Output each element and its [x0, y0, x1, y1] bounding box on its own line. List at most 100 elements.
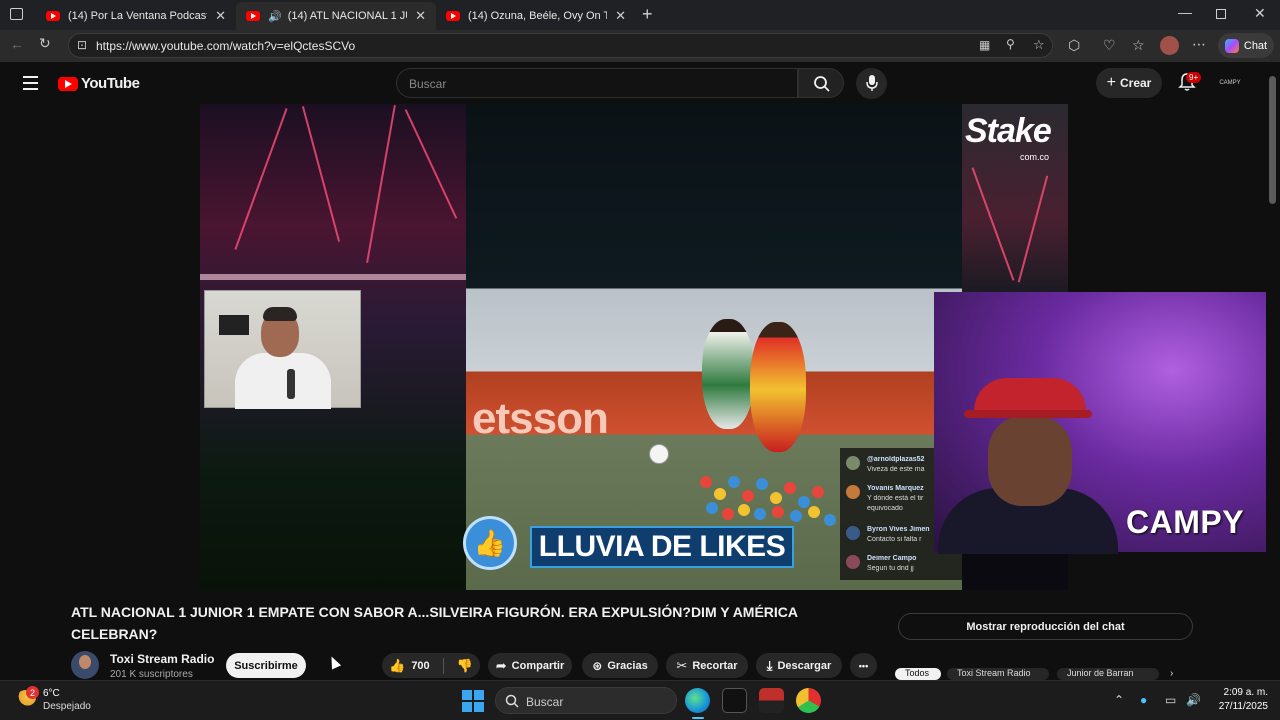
windows-start-icon[interactable]: [462, 690, 484, 712]
more-options-icon[interactable]: ⋯: [1192, 36, 1206, 53]
likes-banner: LLUVIA DE LIKES: [530, 526, 794, 568]
browser-tab-bar: (14) Por La Ventana Podcast desde ✕ 🔊 (1…: [0, 0, 1280, 30]
browser-tab-podcast[interactable]: (14) Por La Ventana Podcast desde ✕: [36, 2, 236, 30]
favorites-icon[interactable]: ☆: [1132, 37, 1145, 54]
player-green: [702, 319, 754, 429]
favorite-star-icon[interactable]: ☆: [1033, 37, 1045, 53]
volume-icon[interactable]: 🔊: [1186, 693, 1201, 707]
streamer-webcam: CAMPY: [934, 292, 1274, 554]
stake-logo: Stake: [965, 112, 1052, 150]
browser-tab-ozuna[interactable]: (14) Ozuna, Beéle, Ovy On The Dr ✕: [436, 2, 636, 30]
call-of-duty-icon[interactable]: [722, 688, 747, 713]
youtube-header: YouTube Buscar + Crear 9+ CAMPY: [0, 62, 1266, 104]
reload-icon[interactable]: ↻: [39, 35, 51, 52]
subscriber-count: 201 K suscriptores: [110, 669, 193, 680]
dislike-button[interactable]: 👎: [457, 658, 473, 674]
clock-date[interactable]: 27/11/2025: [1200, 701, 1268, 712]
weather-temperature[interactable]: 6°C: [43, 688, 60, 699]
scissors-icon: ✂: [676, 657, 688, 673]
hamburger-menu-icon[interactable]: [23, 76, 38, 90]
close-tab-icon[interactable]: ✕: [415, 8, 426, 24]
youtube-play-icon: [58, 76, 78, 91]
browser-tab-active[interactable]: 🔊 (14) ATL NACIONAL 1 JUNIO ✕: [236, 2, 436, 30]
search-button[interactable]: [798, 68, 844, 98]
more-actions-button[interactable]: •••: [850, 653, 877, 678]
filter-chip-all[interactable]: Todos: [895, 668, 941, 680]
avatar: [846, 456, 860, 470]
search-input[interactable]: Buscar: [396, 68, 798, 98]
chevron-right-icon[interactable]: ›: [1170, 668, 1173, 679]
channel-name[interactable]: Toxi Stream Radio: [110, 652, 214, 666]
download-icon: ⤓: [766, 657, 773, 673]
youtube-favicon-icon: [446, 11, 460, 21]
search-icon: [814, 76, 830, 92]
create-button[interactable]: + Crear: [1096, 68, 1162, 98]
tab-actions-icon[interactable]: [10, 8, 23, 20]
more-icon: •••: [858, 660, 869, 671]
copilot-chat-button[interactable]: Chat: [1218, 33, 1274, 58]
site-info-icon[interactable]: ⊡: [77, 38, 87, 52]
split-screen-icon[interactable]: ▦: [979, 38, 990, 52]
address-bar-row: ← ↻ ⊡ https://www.youtube.com/watch?v=el…: [0, 30, 1280, 62]
back-icon[interactable]: ←: [10, 36, 24, 52]
weather-condition[interactable]: Despejado: [43, 701, 91, 712]
minimize-icon[interactable]: —: [1178, 4, 1192, 20]
maximize-icon[interactable]: [1216, 9, 1226, 19]
close-tab-icon[interactable]: ✕: [615, 8, 626, 24]
search-icon: [505, 694, 519, 708]
clock-time[interactable]: 2:09 a. m.: [1208, 687, 1268, 698]
new-tab-icon[interactable]: +: [642, 4, 653, 25]
avatar: [846, 485, 860, 499]
player-red: [750, 322, 806, 452]
edge-browser-icon[interactable]: [685, 688, 710, 713]
page-scrollbar[interactable]: [1266, 62, 1280, 680]
profile-avatar[interactable]: [1160, 36, 1179, 55]
plus-icon: +: [1106, 74, 1116, 91]
url-text[interactable]: https://www.youtube.com/watch?v=elQctesS…: [96, 39, 355, 53]
youtube-favicon-icon: [46, 11, 60, 21]
active-app-indicator: [692, 717, 704, 719]
download-button[interactable]: ⤓ Descargar: [756, 653, 842, 678]
subscribe-button[interactable]: Suscribirme: [226, 653, 306, 678]
close-tab-icon[interactable]: ✕: [215, 8, 226, 24]
account-avatar[interactable]: CAMPY: [1218, 74, 1242, 92]
microphone-tray-icon[interactable]: ●: [1140, 693, 1147, 707]
video-title: ATL NACIONAL 1 JUNIOR 1 EMPATE CON SABOR…: [71, 604, 798, 642]
channel-avatar[interactable]: [71, 651, 99, 679]
like-dislike-group: 👍 700 👎: [382, 653, 480, 678]
filter-chip-channel[interactable]: Toxi Stream Radio: [947, 668, 1049, 680]
thanks-button[interactable]: ⊛ Gracias: [582, 653, 658, 678]
taskbar-search-input[interactable]: Buscar: [495, 687, 677, 714]
microphone-prop: [287, 369, 295, 399]
streamer-name-overlay: CAMPY: [1126, 504, 1245, 540]
avatar: [846, 526, 860, 540]
speaker-icon[interactable]: 🔊: [268, 10, 282, 23]
voicemeeter-icon[interactable]: [759, 688, 784, 713]
clip-button[interactable]: ✂ Recortar: [666, 653, 748, 678]
close-window-icon[interactable]: ✕: [1254, 5, 1266, 22]
thumbs-up-graphic-icon: 👍: [463, 516, 517, 570]
show-hidden-icons[interactable]: ⌃: [1114, 693, 1124, 707]
like-button[interactable]: 👍 700: [389, 658, 430, 674]
network-icon[interactable]: ▭: [1165, 693, 1176, 707]
voice-search-button[interactable]: [856, 68, 887, 99]
microphone-icon: [866, 75, 878, 91]
filter-chip-junior[interactable]: Junior de Barran: [1057, 668, 1159, 680]
ball: [649, 444, 669, 464]
share-icon: ➦: [495, 657, 507, 673]
youtube-logo[interactable]: YouTube: [58, 75, 140, 92]
youtube-favicon-icon: [246, 11, 260, 21]
scrollbar-thumb[interactable]: [1269, 76, 1276, 204]
show-chat-replay-button[interactable]: Mostrar reproducción del chat: [898, 613, 1193, 640]
browser-essentials-icon[interactable]: ♡: [1103, 37, 1116, 54]
copilot-icon: [1224, 38, 1239, 53]
zoom-icon[interactable]: ⚲: [1006, 37, 1015, 51]
mouse-cursor-icon: [326, 654, 342, 670]
app-icon[interactable]: [796, 688, 821, 713]
avatar: [846, 555, 860, 569]
windows-taskbar: 2 6°C Despejado Buscar ⌃ ● ▭ 🔊 2:09 a. m…: [0, 680, 1280, 720]
address-bar[interactable]: ⊡ https://www.youtube.com/watch?v=elQcte…: [68, 33, 1053, 58]
extensions-icon[interactable]: ⬡: [1068, 37, 1080, 54]
notification-count-badge: 9+: [1186, 72, 1202, 83]
share-button[interactable]: ➦ Compartir: [488, 653, 572, 678]
